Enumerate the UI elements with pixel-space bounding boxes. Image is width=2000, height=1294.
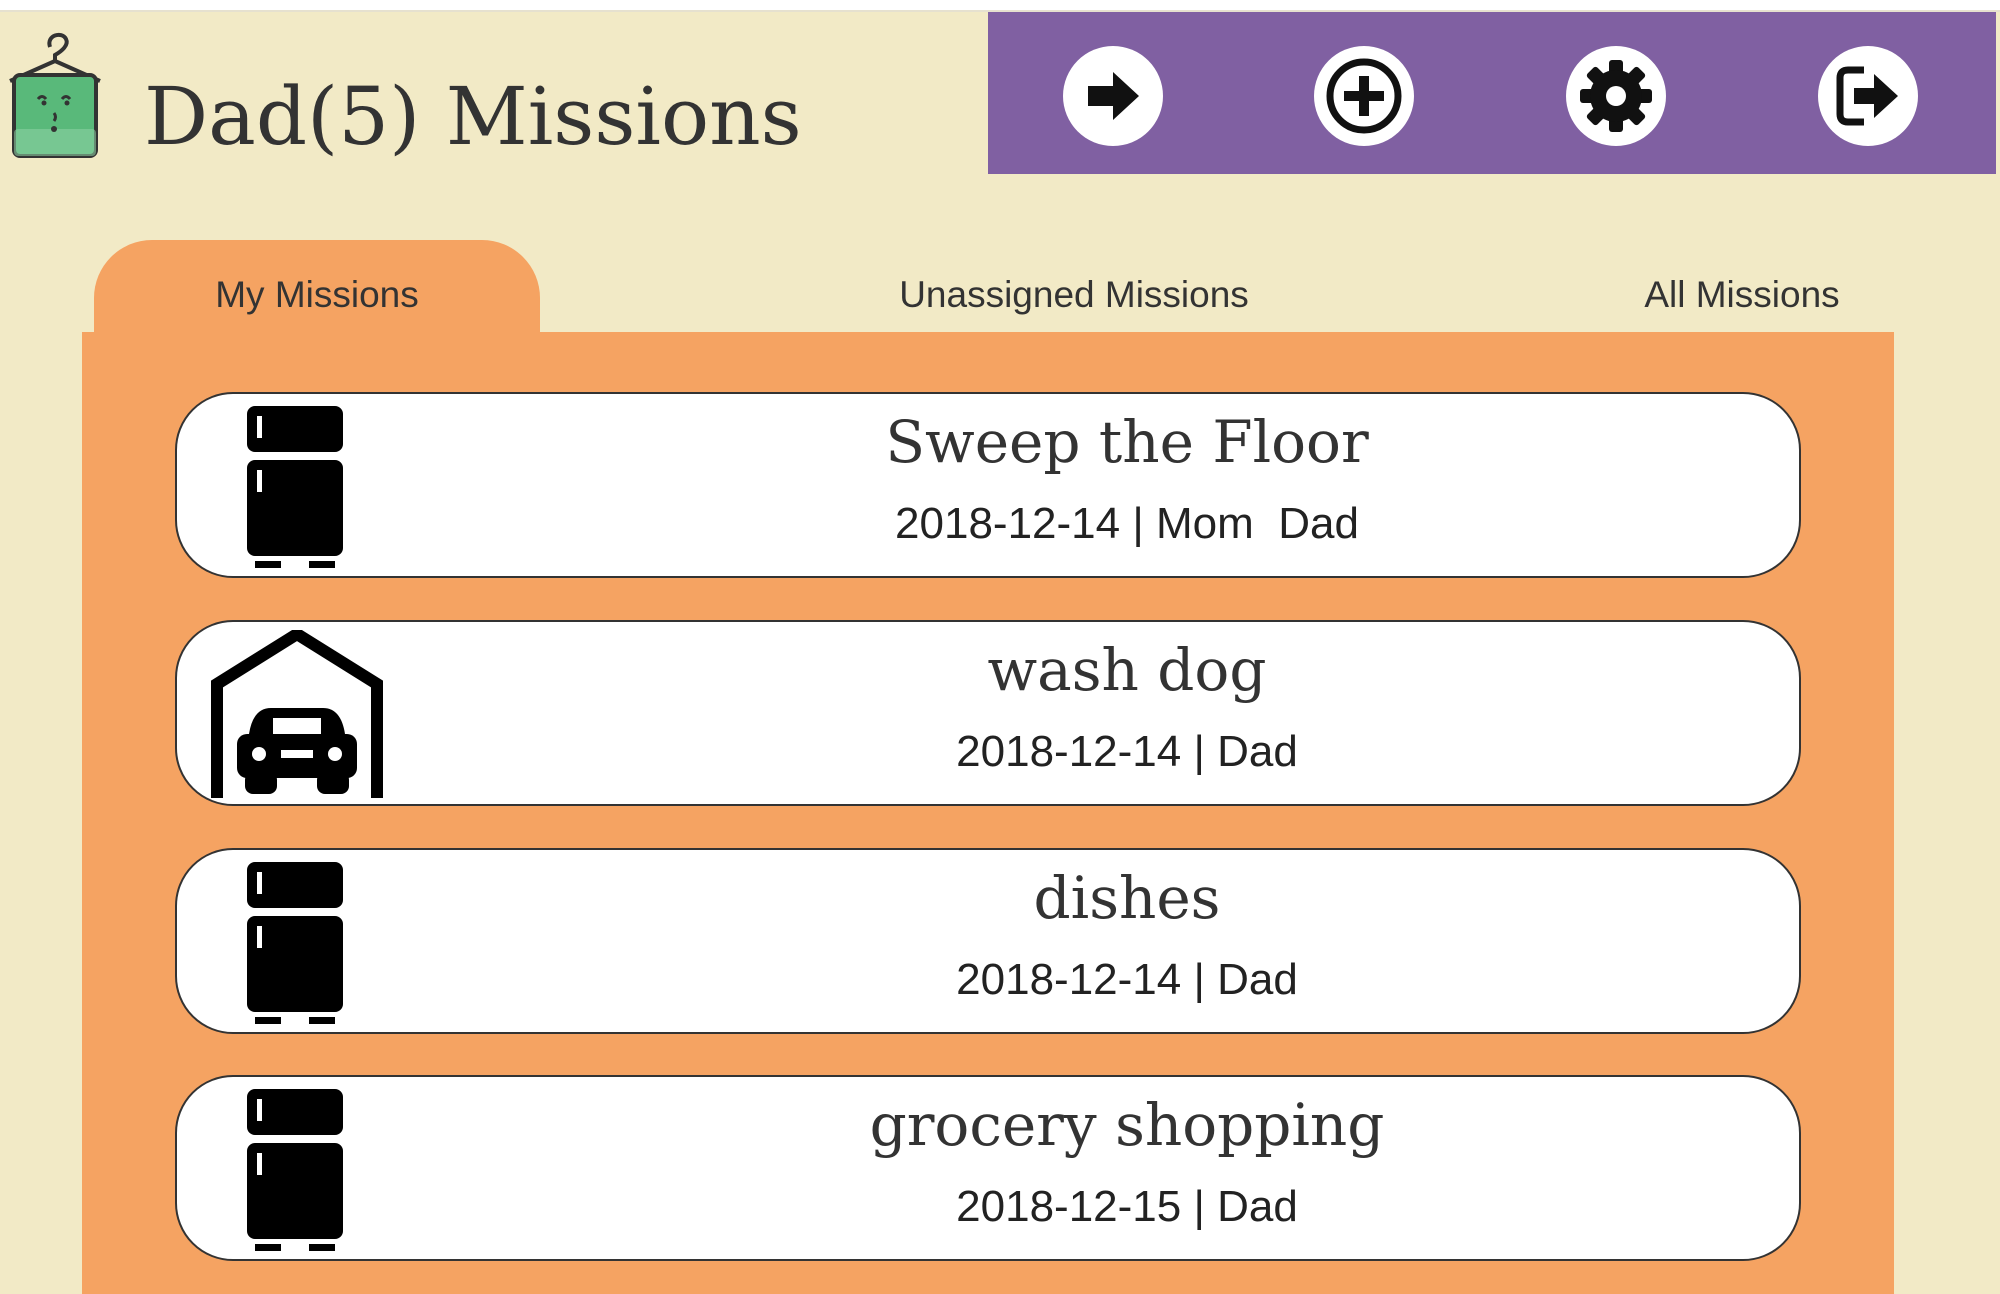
refrigerator-icon: [227, 1085, 417, 1253]
mission-meta: 2018-12-14 | Mom Dad: [895, 499, 1359, 548]
mission-title: dishes: [1033, 864, 1221, 932]
mission-title: wash dog: [987, 636, 1267, 704]
mission-card[interactable]: Sweep the Floor 2018-12-14 | Mom Dad: [175, 392, 1801, 578]
page-title: Dad(5) Missions: [144, 70, 802, 163]
garage-car-icon: [207, 626, 397, 798]
mission-meta: 2018-12-15 | Dad: [956, 1182, 1298, 1231]
refrigerator-icon: [227, 402, 417, 570]
top-border: [0, 0, 2000, 12]
hanger-laundry-face-icon: [0, 25, 115, 165]
settings-button[interactable]: [1566, 46, 1666, 146]
plus-circle-icon: [1326, 58, 1402, 134]
toolbar: [988, 12, 1996, 174]
gear-icon: [1580, 60, 1652, 132]
mission-meta: 2018-12-14 | Dad: [956, 955, 1298, 1004]
refrigerator-icon: [227, 858, 417, 1026]
missions-panel: Sweep the Floor 2018-12-14 | Mom Dad was…: [82, 332, 1894, 1294]
add-mission-button[interactable]: [1314, 46, 1414, 146]
mission-meta: 2018-12-14 | Dad: [956, 727, 1298, 776]
mission-card[interactable]: grocery shopping 2018-12-15 | Dad: [175, 1075, 1801, 1261]
mission-title: Sweep the Floor: [885, 408, 1369, 476]
sign-out-icon: [1836, 66, 1898, 126]
mission-card[interactable]: dishes 2018-12-14 | Dad: [175, 848, 1801, 1034]
mission-card[interactable]: wash dog 2018-12-14 | Dad: [175, 620, 1801, 806]
tab-all-missions[interactable]: All Missions: [1522, 240, 1962, 332]
tab-unassigned-missions[interactable]: Unassigned Missions: [704, 240, 1444, 332]
logout-button[interactable]: [1818, 46, 1918, 146]
next-button[interactable]: [1063, 46, 1163, 146]
tab-my-missions[interactable]: My Missions: [94, 240, 540, 332]
arrow-right-icon: [1088, 72, 1139, 120]
mission-tabs: My Missions Unassigned Missions All Miss…: [82, 240, 1894, 332]
mission-title: grocery shopping: [869, 1091, 1385, 1159]
